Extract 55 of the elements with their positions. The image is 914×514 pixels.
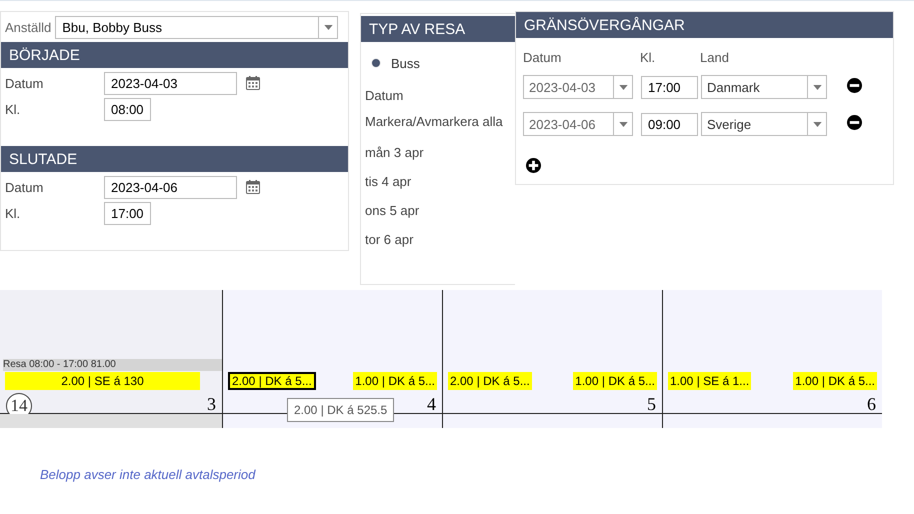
time-field[interactable]: 09:00 (641, 112, 698, 136)
time-field[interactable]: 17:00 (641, 76, 698, 98)
employee-dropdown[interactable]: Bbu, Bobby Buss (55, 16, 338, 38)
caret-icon[interactable] (812, 84, 822, 90)
allowance-chip[interactable]: 2.00 | DK á 5... (228, 372, 316, 390)
add-icon[interactable] (526, 158, 541, 173)
section-header: TYP AV RESA (361, 16, 515, 42)
date-field[interactable]: 2023-04-06 (104, 176, 237, 198)
field-label: Kl. (5, 206, 22, 220)
time-field[interactable]: 08:00 (104, 98, 151, 120)
date-dropdown[interactable]: 2023-04-03 (523, 75, 633, 99)
radio-button[interactable] (371, 58, 381, 68)
notice-text: Belopp avser inte aktuell avtalsperiod (40, 467, 256, 482)
select-all-link[interactable]: Markera/Avmarkera alla (361, 114, 515, 129)
country-dropdown[interactable]: Sverige (701, 112, 827, 136)
caret-icon[interactable] (618, 84, 628, 90)
country-dropdown[interactable]: Danmark (701, 75, 827, 99)
day-label: mån 3 apr (364, 145, 425, 160)
allowance-chip[interactable]: 1.00 | SE á 1... (668, 372, 752, 390)
date-field[interactable]: 2023-04-03 (104, 72, 237, 94)
caret-icon[interactable] (324, 24, 332, 30)
day-label: tis 4 apr (364, 174, 412, 189)
field-label: Datum (5, 76, 44, 90)
tooltip: 2.00 | DK á 525.5 (287, 398, 394, 422)
date-dropdown[interactable]: 2023-04-06 (523, 112, 633, 136)
allowance-chip[interactable]: 1.00 | DK á 5... (793, 372, 877, 390)
field-label: Datum (5, 180, 44, 194)
section-header: SLUTADE (1, 146, 348, 172)
day-number: 5 (647, 395, 656, 413)
caret-icon[interactable] (812, 122, 822, 126)
calendar-icon[interactable] (245, 75, 261, 91)
caret-icon[interactable] (618, 122, 628, 126)
day-number: 3 (207, 395, 216, 413)
column-header: Kl. (640, 50, 656, 67)
day-label: tor 6 apr (364, 232, 414, 247)
allowance-chip[interactable]: 2.00 | SE á 130 (5, 372, 200, 390)
field-label: Kl. (5, 102, 22, 116)
allowance-chip[interactable]: 1.00 | DK á 5... (573, 372, 657, 390)
day-number: 6 (867, 395, 876, 413)
allowance-chip[interactable]: 2.00 | DK á 5... (448, 372, 532, 390)
trip-bar: Resa 08:00 - 17:00 81.00 (3, 359, 222, 371)
calendar-icon[interactable] (245, 179, 261, 195)
section-header: BÖRJADE (1, 42, 348, 68)
column-header: Datum (523, 50, 562, 67)
radio-label[interactable]: Buss (391, 56, 420, 70)
section-header: GRÄNSÖVERGÅNGAR (516, 12, 893, 38)
day-number: 4 (427, 395, 436, 413)
remove-icon[interactable] (847, 114, 862, 130)
column-header: Land (700, 50, 730, 67)
column-header: Datum (364, 88, 404, 103)
remove-icon[interactable] (847, 78, 862, 92)
day-label: ons 5 apr (364, 203, 420, 218)
time-field[interactable]: 17:00 (104, 202, 151, 224)
field-label: Anställd (5, 20, 52, 34)
allowance-chip[interactable]: 1.00 | DK á 5... (353, 372, 437, 390)
